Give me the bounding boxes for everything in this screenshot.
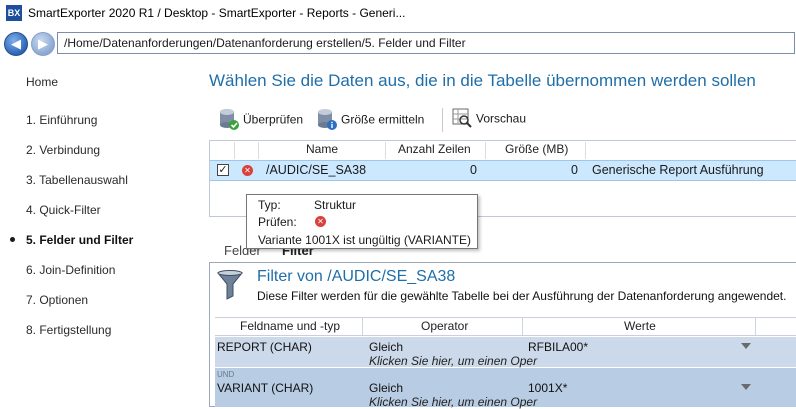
breadcrumb[interactable]: /Home/Datenanforderungen/Datenanforderun… xyxy=(57,32,795,54)
preview-label: Vorschau xyxy=(476,111,527,126)
sidebar-item-einfuehrung[interactable]: 1. Einführung xyxy=(26,113,97,127)
forward-arrow-icon: ▶ xyxy=(38,36,48,51)
check-label: Überprüfen xyxy=(243,112,304,127)
column-separator xyxy=(522,318,523,335)
filter-description: Diese Filter werden für die gewählte Tab… xyxy=(257,289,787,303)
tooltip-error-icon: ✕ xyxy=(315,216,326,227)
back-button[interactable]: ◀ xyxy=(4,32,28,56)
column-separator xyxy=(234,142,235,159)
sidebar-item-join-definition[interactable]: 6. Join-Definition xyxy=(26,263,115,277)
sidebar-item-fertigstellung[interactable]: 8. Fertigstellung xyxy=(26,323,111,337)
column-separator xyxy=(585,142,586,159)
filter-field-name: VARIANT (CHAR) xyxy=(217,381,314,395)
tooltip-check-label: Prüfen: xyxy=(258,215,297,229)
database-check-icon xyxy=(218,107,240,134)
filter-field-name: REPORT (CHAR) xyxy=(217,340,312,354)
column-separator xyxy=(485,142,486,159)
filter-value[interactable]: 1001X* xyxy=(528,381,567,395)
column-header-rows[interactable]: Anzahl Zeilen xyxy=(398,142,471,159)
database-info-icon xyxy=(316,107,338,134)
dropdown-arrow-icon[interactable] xyxy=(741,343,751,349)
sidebar-item-optionen[interactable]: 7. Optionen xyxy=(26,293,88,307)
table-cell-rows: 0 xyxy=(470,163,477,177)
sidebar-item-felder-und-filter[interactable]: 5. Felder und Filter xyxy=(26,233,133,247)
filter-row-end xyxy=(761,368,796,407)
filter-title: Filter von /AUDIC/SE_SA38 xyxy=(257,268,456,285)
column-separator xyxy=(385,142,386,159)
table-cell-description: Generische Report Ausführung xyxy=(592,163,764,177)
preview-button[interactable]: Vorschau xyxy=(451,107,526,133)
tooltip-type-label: Typ: xyxy=(258,198,281,212)
sidebar-item-quick-filter[interactable]: 4. Quick-Filter xyxy=(26,203,101,217)
active-step-bullet-icon xyxy=(10,237,15,242)
size-label: Größe ermitteln xyxy=(341,112,425,127)
sidebar-item-verbindung[interactable]: 2. Verbindung xyxy=(26,143,100,157)
forward-button[interactable]: ▶ xyxy=(31,32,55,56)
app-logo-icon: BX xyxy=(6,5,22,21)
column-header-operator[interactable]: Operator xyxy=(421,319,468,333)
sidebar-item-tabellenauswahl[interactable]: 3. Tabellenauswahl xyxy=(26,173,128,187)
column-separator xyxy=(755,318,756,335)
page-title: Wählen Sie die Daten aus, die in die Tab… xyxy=(209,71,756,90)
table-cell-size: 0 xyxy=(571,163,578,177)
row-checkbox[interactable]: ✓ xyxy=(217,164,229,176)
check-button[interactable]: Überprüfen xyxy=(218,107,303,133)
funnel-icon xyxy=(216,269,244,301)
column-header-size[interactable]: Größe (MB) xyxy=(505,142,568,159)
column-header-values[interactable]: Werte xyxy=(624,319,656,333)
size-button[interactable]: Größe ermitteln xyxy=(316,107,424,133)
filter-operator-hint[interactable]: Klicken Sie hier, um einen Oper xyxy=(369,354,537,368)
preview-magnifier-icon xyxy=(451,107,473,132)
sidebar-item-home[interactable]: Home xyxy=(26,75,58,89)
column-separator xyxy=(362,318,363,335)
filter-operator[interactable]: Gleich xyxy=(369,381,403,395)
filter-operator[interactable]: Gleich xyxy=(369,340,403,354)
column-header-field[interactable]: Feldname und -typ xyxy=(240,319,340,333)
window-title: SmartExporter 2020 R1 / Desktop - SmartE… xyxy=(28,6,406,20)
toolbar-separator xyxy=(442,108,443,132)
dropdown-arrow-icon[interactable] xyxy=(741,384,751,390)
tooltip-type-value: Struktur xyxy=(314,198,357,212)
column-header-name[interactable]: Name xyxy=(306,142,338,159)
error-status-icon: ✕ xyxy=(242,165,253,176)
filter-connector: UND xyxy=(217,370,235,379)
tooltip-message: Variante 1001X ist ungültig (VARIANTE) xyxy=(258,233,471,247)
table-cell-name: /AUDIC/SE_SA38 xyxy=(266,163,367,177)
back-arrow-icon: ◀ xyxy=(11,36,21,51)
filter-value[interactable]: RFBILA00* xyxy=(528,340,588,354)
column-separator xyxy=(258,142,259,159)
